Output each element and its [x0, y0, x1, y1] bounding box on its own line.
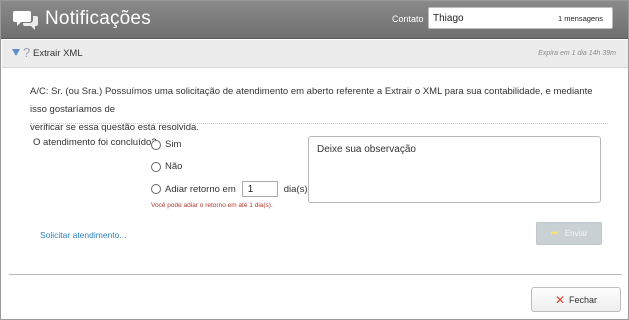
days-suffix: dia(s).	[283, 183, 311, 195]
section-title: Extrair XML	[33, 48, 83, 59]
header-bar: Notificações Contato Thiago 1 mensagens	[1, 1, 628, 39]
notification-section-header[interactable]: ? Extrair XML Expira em 1 dia 14h 39m	[2, 40, 628, 68]
contact-field[interactable]: Thiago 1 mensagens	[428, 7, 613, 29]
footer-divider	[9, 274, 622, 275]
question-label: O atendimento foi concluído?	[33, 137, 157, 148]
radio-button[interactable]	[151, 184, 161, 194]
close-label: Fechar	[569, 294, 598, 305]
send-arrow-icon: ➦	[550, 228, 559, 239]
send-button[interactable]: ➦ Enviar	[536, 222, 602, 245]
radio-yes[interactable]: Sim	[151, 139, 181, 150]
radio-button[interactable]	[151, 161, 161, 172]
divider	[30, 123, 608, 124]
message-line-1: A/C: Sr. (ou Sra.) Possuímos uma solicit…	[30, 86, 593, 115]
radio-no[interactable]: Não	[151, 161, 182, 172]
postpone-hint: Você pode adiar o retorno em até 1 dia(s…	[151, 202, 273, 209]
send-label: Enviar	[564, 229, 588, 238]
question-mark-icon: ?	[23, 45, 31, 60]
notifications-window: Notificações Contato Thiago 1 mensagens …	[0, 0, 629, 320]
request-service-link[interactable]: Solicitar atendimento...	[40, 230, 126, 240]
expiry-text: Expira em 1 dia 14h 39m	[538, 50, 616, 57]
close-icon: ✕	[554, 292, 566, 307]
radio-postpone-label: Adiar retorno em	[165, 183, 236, 195]
postpone-days-input[interactable]	[241, 181, 278, 197]
radio-no-label: Não	[165, 161, 183, 172]
contact-name: Thiago	[433, 13, 464, 24]
message-count: 1 mensagens	[557, 14, 603, 23]
chat-bubbles-icon	[13, 11, 38, 30]
close-button[interactable]: ✕ Fechar	[531, 287, 621, 312]
radio-button[interactable]	[151, 139, 161, 150]
radio-postpone[interactable]: Adiar retorno em dia(s).	[151, 181, 310, 197]
notification-message: A/C: Sr. (ou Sra.) Possuímos uma solicit…	[30, 83, 610, 137]
collapse-triangle-icon[interactable]	[12, 49, 20, 56]
radio-yes-label: Sim	[165, 139, 182, 150]
contact-label: Contato	[392, 14, 424, 24]
message-line-2: verificar se essa questão está resolvida…	[30, 122, 199, 133]
page-title: Notificações	[45, 8, 151, 29]
observation-textarea[interactable]	[308, 136, 601, 203]
